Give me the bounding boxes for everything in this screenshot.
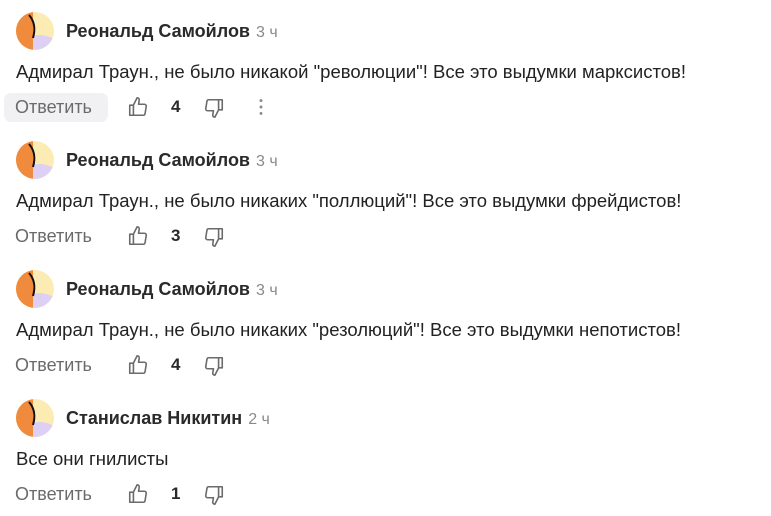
thumbs-down-icon[interactable] bbox=[203, 226, 225, 248]
avatar-image bbox=[16, 12, 54, 50]
comment-actions: Ответить 1 bbox=[0, 480, 771, 510]
avatar-image bbox=[16, 270, 54, 308]
comment-actions: Ответить 3 bbox=[0, 222, 771, 252]
thumbs-up-icon[interactable] bbox=[127, 483, 149, 505]
comment: Реональд Самойлов 3 ч Адмирал Траун., не … bbox=[0, 0, 771, 129]
thumbs-up-icon[interactable] bbox=[127, 354, 149, 376]
thumbs-down-icon[interactable] bbox=[203, 97, 225, 119]
avatar[interactable] bbox=[16, 399, 54, 437]
avatar[interactable] bbox=[16, 141, 54, 179]
author-label: Реональд Самойлов bbox=[66, 21, 250, 41]
thumbs-up-icon[interactable] bbox=[127, 225, 149, 247]
author-name[interactable]: Реональд Самойлов 3 ч bbox=[66, 21, 278, 42]
thumbs-down-icon[interactable] bbox=[203, 484, 225, 506]
comment-text: Адмирал Траун., не было никаких "резолюц… bbox=[16, 319, 681, 340]
comment-actions: Ответить 4 bbox=[0, 93, 771, 123]
thumbs-up-icon[interactable] bbox=[127, 96, 149, 118]
thumbs-down-icon[interactable] bbox=[203, 355, 225, 377]
avatar-image bbox=[16, 141, 54, 179]
avatar[interactable] bbox=[16, 12, 54, 50]
author-label: Станислав Никитин bbox=[66, 408, 243, 428]
like-count: 3 bbox=[171, 226, 181, 245]
author-name[interactable]: Станислав Никитин 2 ч bbox=[66, 408, 270, 429]
like-count: 1 bbox=[171, 484, 181, 503]
comment-text: Все они гнилисты bbox=[16, 448, 169, 469]
comment: Реональд Самойлов 3 ч Адмирал Траун., не … bbox=[0, 129, 771, 258]
like-count: 4 bbox=[171, 97, 181, 116]
reply-button[interactable]: Ответить bbox=[4, 480, 108, 509]
reply-button[interactable]: Ответить bbox=[4, 93, 108, 122]
reply-button[interactable]: Ответить bbox=[4, 222, 108, 251]
comment-text: Адмирал Траун., не было никакой "революц… bbox=[16, 61, 686, 82]
comment-time: 3 ч bbox=[256, 282, 278, 299]
author-name[interactable]: Реональд Самойлов 3 ч bbox=[66, 279, 278, 300]
comment-time: 3 ч bbox=[256, 24, 278, 41]
comment-time: 2 ч bbox=[248, 411, 270, 428]
more-vertical-icon[interactable] bbox=[255, 96, 267, 118]
comment: Станислав Никитин 2 ч Все они гнилисты От… bbox=[0, 387, 771, 516]
author-label: Реональд Самойлов bbox=[66, 279, 250, 299]
reply-button[interactable]: Ответить bbox=[4, 351, 108, 380]
author-name[interactable]: Реональд Самойлов 3 ч bbox=[66, 150, 278, 171]
avatar-image bbox=[16, 399, 54, 437]
comment: Реональд Самойлов 3 ч Адмирал Траун., не … bbox=[0, 258, 771, 387]
avatar[interactable] bbox=[16, 270, 54, 308]
like-count: 4 bbox=[171, 355, 181, 374]
comment-time: 3 ч bbox=[256, 153, 278, 170]
author-label: Реональд Самойлов bbox=[66, 150, 250, 170]
comment-actions: Ответить 4 bbox=[0, 351, 771, 381]
comment-text: Адмирал Траун., не было никаких "поллюци… bbox=[16, 190, 682, 211]
